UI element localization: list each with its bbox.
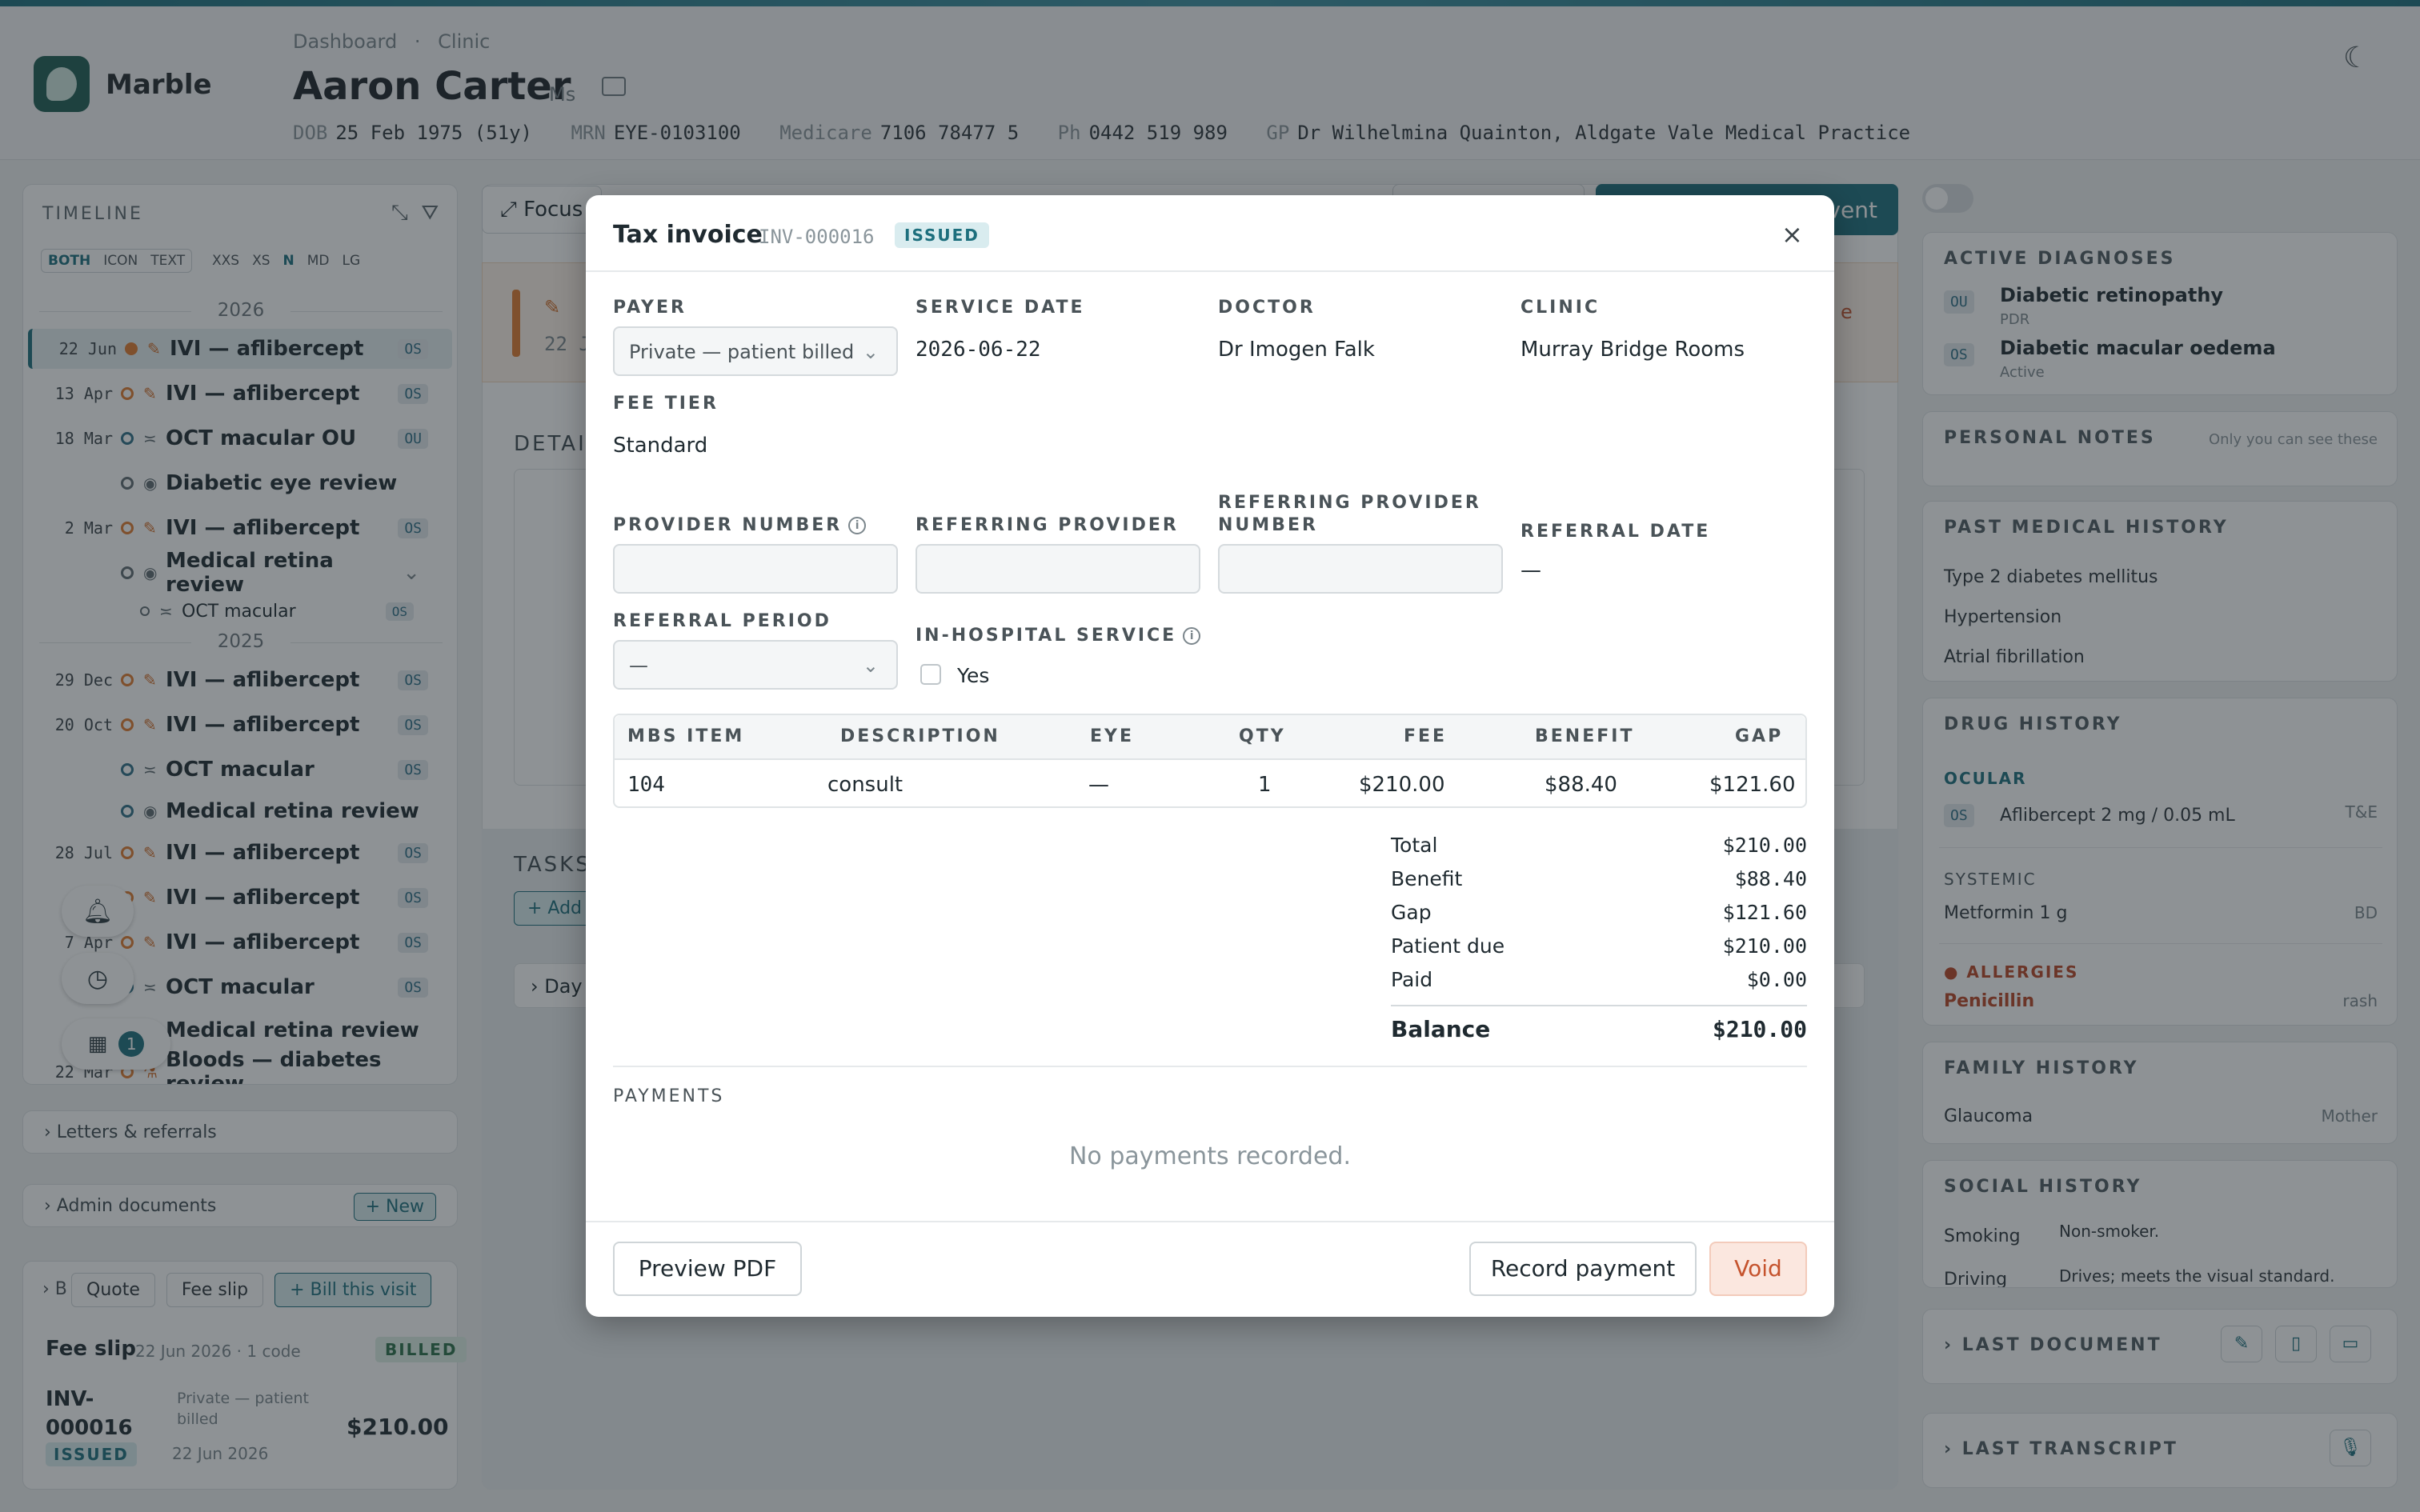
cell-description: consult	[827, 773, 903, 797]
referral-period-label: REFERRAL PERIOD	[613, 611, 831, 631]
total-label: Total	[1391, 834, 1438, 857]
cell-fee: $210.00	[1359, 773, 1445, 797]
preview-pdf-button[interactable]: Preview PDF	[613, 1242, 802, 1296]
in-hospital-text: IN-HOSPITAL SERVICE	[916, 626, 1177, 646]
col-fee: FEE	[1404, 726, 1448, 746]
provider-number-text: PROVIDER NUMBER	[613, 515, 843, 535]
provider-number-input[interactable]	[613, 544, 898, 594]
benefit-label: Benefit	[1391, 867, 1463, 890]
totals-divider	[1391, 1005, 1807, 1006]
referral-period-select[interactable]: — ⌄	[613, 640, 898, 690]
col-benefit: BENEFIT	[1535, 726, 1635, 746]
col-eye: EYE	[1090, 726, 1134, 746]
doctor-label: DOCTOR	[1218, 298, 1316, 318]
fee-tier-label: FEE TIER	[613, 394, 719, 414]
invoice-status-badge: ISSUED	[895, 222, 989, 248]
cell-eye: —	[1088, 773, 1109, 797]
paid-row: Paid $0.00	[1391, 968, 1807, 991]
doctor-value: Dr Imogen Falk	[1218, 338, 1375, 362]
clinic-value: Murray Bridge Rooms	[1521, 338, 1745, 362]
referral-date-label: REFERRAL DATE	[1521, 522, 1711, 542]
col-mbs-item: MBS ITEM	[627, 726, 745, 746]
payer-label: PAYER	[613, 298, 687, 318]
referring-provider-number-label: REFERRING PROVIDER	[1218, 493, 1481, 513]
benefit-value: $88.40	[1734, 867, 1807, 890]
total-row: Total $210.00	[1391, 834, 1807, 857]
referring-provider-number-label-2: NUMBER	[1218, 515, 1318, 535]
col-gap: GAP	[1735, 726, 1784, 746]
provider-number-label: PROVIDER NUMBER i	[613, 515, 867, 535]
gap-value: $121.60	[1722, 901, 1807, 924]
referring-provider-input[interactable]	[916, 544, 1200, 594]
dialog-footer: Preview PDF Record payment Void	[586, 1221, 1834, 1317]
referral-date-value[interactable]: —	[1521, 558, 1541, 582]
cell-benefit: $88.40	[1545, 773, 1617, 797]
col-description: DESCRIPTION	[840, 726, 1000, 746]
fee-tier-value: Standard	[613, 434, 708, 458]
payer-value: Private — patient billed	[629, 341, 855, 363]
tax-invoice-dialog: Tax invoice INV-000016 ISSUED × PAYER Pr…	[586, 195, 1834, 1317]
clinic-label: CLINIC	[1521, 298, 1601, 318]
cell-qty: 1	[1258, 773, 1272, 797]
record-payment-button[interactable]: Record payment	[1469, 1242, 1697, 1296]
dialog-invoice-number: INV-000016	[759, 226, 875, 248]
service-date-value: 2026-06-22	[916, 338, 1041, 362]
mbs-items-table: MBS ITEM DESCRIPTION EYE QTY FEE BENEFIT…	[613, 714, 1807, 808]
total-value: $210.00	[1722, 834, 1807, 857]
patient-due-label: Patient due	[1391, 934, 1505, 958]
info-icon[interactable]: i	[848, 517, 867, 534]
balance-value: $210.00	[1712, 1016, 1807, 1042]
void-button[interactable]: Void	[1709, 1242, 1807, 1296]
paid-value: $0.00	[1746, 968, 1807, 991]
payments-heading: PAYMENTS	[613, 1086, 725, 1106]
patient-due-value: $210.00	[1722, 934, 1807, 958]
cell-gap: $121.60	[1709, 773, 1796, 797]
in-hospital-service-label: IN-HOSPITAL SERVICE i	[916, 626, 1201, 646]
payments-divider	[613, 1066, 1807, 1067]
balance-row: Balance $210.00	[1391, 1016, 1807, 1042]
dialog-header: Tax invoice INV-000016 ISSUED ×	[586, 195, 1834, 272]
gap-row: Gap $121.60	[1391, 901, 1807, 924]
service-date-label: SERVICE DATE	[916, 298, 1085, 318]
patient-due-row: Patient due $210.00	[1391, 934, 1807, 958]
table-header: MBS ITEM DESCRIPTION EYE QTY FEE BENEFIT…	[615, 715, 1805, 760]
balance-label: Balance	[1391, 1016, 1491, 1042]
referring-provider-label: REFERRING PROVIDER	[916, 515, 1179, 535]
close-icon[interactable]: ×	[1781, 219, 1803, 250]
payer-select[interactable]: Private — patient billed ⌄	[613, 326, 898, 376]
dialog-title: Tax invoice	[613, 221, 763, 249]
col-qty: QTY	[1239, 726, 1286, 746]
in-hospital-checkbox[interactable]	[920, 664, 941, 685]
info-icon[interactable]: i	[1183, 627, 1201, 645]
chevron-down-icon: ⌄	[862, 341, 879, 363]
gap-label: Gap	[1391, 901, 1432, 924]
benefit-row: Benefit $88.40	[1391, 867, 1807, 890]
referring-provider-number-input[interactable]	[1218, 544, 1503, 594]
chevron-down-icon: ⌄	[862, 654, 879, 677]
in-hospital-option-label[interactable]: Yes	[957, 664, 989, 687]
cell-mbs-item: 104	[627, 773, 665, 797]
paid-label: Paid	[1391, 968, 1433, 991]
no-payments-message: No payments recorded.	[1068, 1142, 1351, 1170]
referral-period-value: —	[629, 654, 648, 677]
